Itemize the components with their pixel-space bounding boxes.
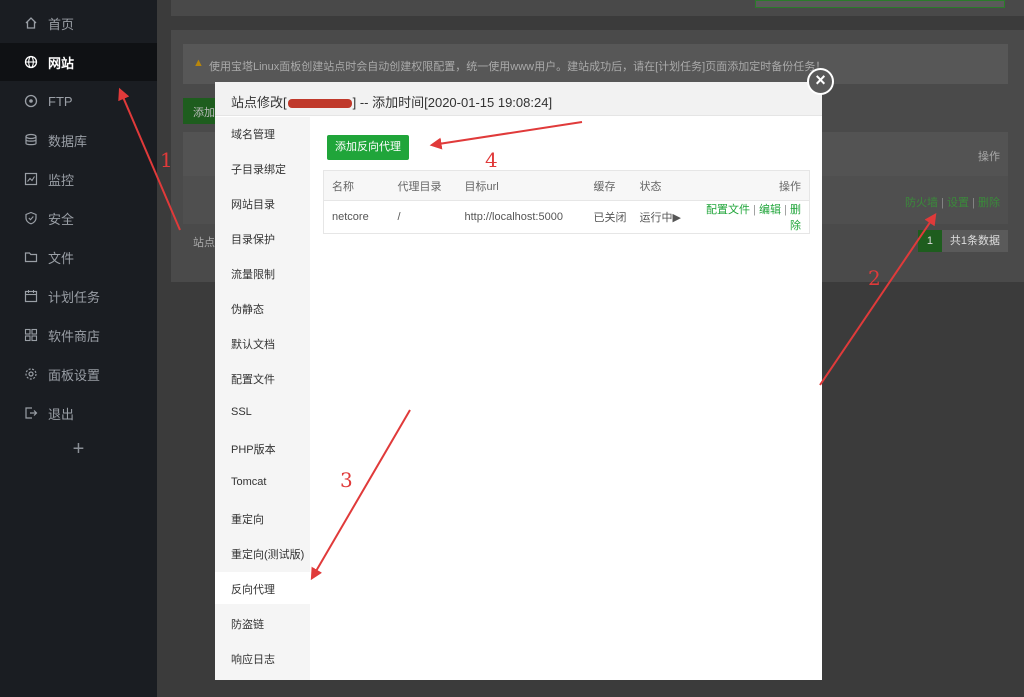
nav-php-version[interactable]: PHP版本 <box>215 432 310 464</box>
add-menu-button[interactable]: + <box>0 438 157 461</box>
sidebar-item-files[interactable]: 文件 <box>0 238 157 276</box>
sidebar-item-label: 文件 <box>48 250 75 266</box>
monitor-icon <box>24 172 38 186</box>
nav-dir-protect[interactable]: 目录保护 <box>215 222 310 254</box>
sidebar-item-ftp[interactable]: FTP <box>0 82 157 120</box>
sidebar-item-label: 软件商店 <box>48 328 101 344</box>
sidebar-item-label: 网站 <box>48 55 75 71</box>
proxy-row-actions: 配置文件 | 编辑 | 删除 <box>706 204 801 232</box>
delete-link[interactable]: 删除 <box>790 204 801 232</box>
warning-text: 使用宝塔Linux面板创建站点时会自动创建权限配置，统一使用www用户。建站成功… <box>209 61 827 73</box>
sidebar-item-database[interactable]: 数据库 <box>0 121 157 159</box>
col-proxy-dir: 代理目录 <box>389 170 457 201</box>
sidebar-item-security[interactable]: 安全 <box>0 199 157 237</box>
nav-default-doc[interactable]: 默认文档 <box>215 327 310 359</box>
pagination: 1 共1条数据 <box>917 230 1008 252</box>
site-footer-label: 站点 <box>193 237 215 249</box>
folder-icon <box>24 250 38 264</box>
site-row-actions: 防火墙 | 设置 | 删除 <box>905 197 1000 209</box>
nav-reverse-proxy[interactable]: 反向代理 <box>215 572 310 604</box>
sidebar-item-label: 计划任务 <box>48 289 101 305</box>
annotation-number-3: 3 <box>340 468 353 492</box>
proxy-table-header: 名称 代理目录 目标url 缓存 状态 操作 <box>323 170 810 201</box>
annotation-number-1: 1 <box>160 148 173 172</box>
edit-link[interactable]: 编辑 <box>759 204 781 216</box>
modal-title-suffix: ] -- 添加时间[2020-01-15 19:08:24] <box>352 95 553 110</box>
nav-config-file[interactable]: 配置文件 <box>215 362 310 394</box>
warning-icon: ▲ <box>193 57 204 69</box>
firewall-link[interactable]: 防火墙 <box>905 197 938 209</box>
sidebar: 首页 网站 FTP 数据库 监控 安全 文件 计划任务 软件商店 面板设置 退出… <box>0 0 157 697</box>
col-status: 状态 <box>631 170 692 201</box>
modal-nav: 域名管理 子目录绑定 网站目录 目录保护 流量限制 伪静态 默认文档 配置文件 … <box>215 117 310 680</box>
nav-ssl[interactable]: SSL <box>215 397 310 429</box>
sidebar-item-logout[interactable]: 退出 <box>0 394 157 432</box>
settings-link[interactable]: 设置 <box>947 197 969 209</box>
gear-icon <box>24 367 38 381</box>
home-icon <box>24 16 38 30</box>
site-table-op-header: 操作 <box>978 151 1000 163</box>
config-file-link[interactable]: 配置文件 <box>706 204 750 216</box>
col-actions: 操作 <box>691 170 810 201</box>
col-name: 名称 <box>323 170 390 201</box>
nav-domain[interactable]: 域名管理 <box>215 117 310 149</box>
modal-body: 添加反向代理 名称 代理目录 目标url 缓存 状态 操作 netcore / … <box>310 117 822 680</box>
warning-banner: ▲ 使用宝塔Linux面板创建站点时会自动创建权限配置，统一使用www用户。建站… <box>183 44 1008 84</box>
col-cache: 缓存 <box>585 170 632 201</box>
table-row: netcore / http://localhost:5000 已关闭 运行中▶… <box>324 201 810 234</box>
proxy-dir: / <box>397 211 401 223</box>
calendar-icon <box>24 289 38 303</box>
sidebar-item-label: 退出 <box>48 406 75 422</box>
delete-link[interactable]: 删除 <box>978 197 1000 209</box>
page-number-button[interactable]: 1 <box>917 230 942 252</box>
nav-redirect-beta[interactable]: 重定向(测试版) <box>215 537 310 569</box>
annotation-number-4: 4 <box>485 148 498 172</box>
sidebar-item-label: 面板设置 <box>48 367 101 383</box>
sidebar-item-home[interactable]: 首页 <box>0 4 157 42</box>
proxy-target-url: http://localhost:5000 <box>464 211 563 223</box>
nav-response-log[interactable]: 响应日志 <box>215 642 310 674</box>
sidebar-item-cron[interactable]: 计划任务 <box>0 277 157 315</box>
nav-subdir-bind[interactable]: 子目录绑定 <box>215 152 310 184</box>
shield-icon <box>24 211 38 225</box>
sidebar-item-label: 首页 <box>48 16 75 32</box>
nav-hotlink[interactable]: 防盗链 <box>215 607 310 639</box>
add-reverse-proxy-button[interactable]: 添加反向代理 <box>327 135 409 160</box>
redacted-site-name <box>287 99 352 109</box>
sidebar-item-label: 监控 <box>48 172 75 188</box>
modal-title: 站点修改[ ] -- 添加时间[2020-01-15 19:08:24] <box>215 82 822 116</box>
nav-rewrite[interactable]: 伪静态 <box>215 292 310 324</box>
sidebar-item-settings[interactable]: 面板设置 <box>0 355 157 393</box>
background-search-box[interactable] <box>755 0 1005 8</box>
record-count: 共1条数据 <box>941 230 1008 252</box>
sidebar-item-monitor[interactable]: 监控 <box>0 160 157 198</box>
sidebar-item-label: 数据库 <box>48 133 88 149</box>
sidebar-item-label: FTP <box>48 93 73 109</box>
globe-icon <box>24 55 38 69</box>
nav-redirect[interactable]: 重定向 <box>215 502 310 534</box>
modal-title-prefix: 站点修改[ <box>231 95 287 110</box>
proxy-cache-status[interactable]: 已关闭 <box>586 201 632 234</box>
proxy-table: 名称 代理目录 目标url 缓存 状态 操作 netcore / http://… <box>323 170 810 234</box>
nav-tomcat[interactable]: Tomcat <box>215 467 310 499</box>
proxy-run-status[interactable]: 运行中▶ <box>632 201 692 234</box>
database-icon <box>24 133 38 147</box>
grid-icon <box>24 328 38 342</box>
col-target-url: 目标url <box>456 170 586 201</box>
annotation-number-2: 2 <box>868 266 881 290</box>
logout-icon <box>24 406 38 420</box>
proxy-name: netcore <box>332 211 369 223</box>
nav-site-dir[interactable]: 网站目录 <box>215 187 310 219</box>
sidebar-item-store[interactable]: 软件商店 <box>0 316 157 354</box>
close-icon[interactable]: × <box>807 68 834 95</box>
site-edit-modal: 站点修改[ ] -- 添加时间[2020-01-15 19:08:24] 域名管理… <box>215 82 822 680</box>
nav-traffic-limit[interactable]: 流量限制 <box>215 257 310 289</box>
sidebar-item-website[interactable]: 网站 <box>0 43 157 81</box>
ftp-icon <box>24 94 38 108</box>
sidebar-item-label: 安全 <box>48 211 75 227</box>
